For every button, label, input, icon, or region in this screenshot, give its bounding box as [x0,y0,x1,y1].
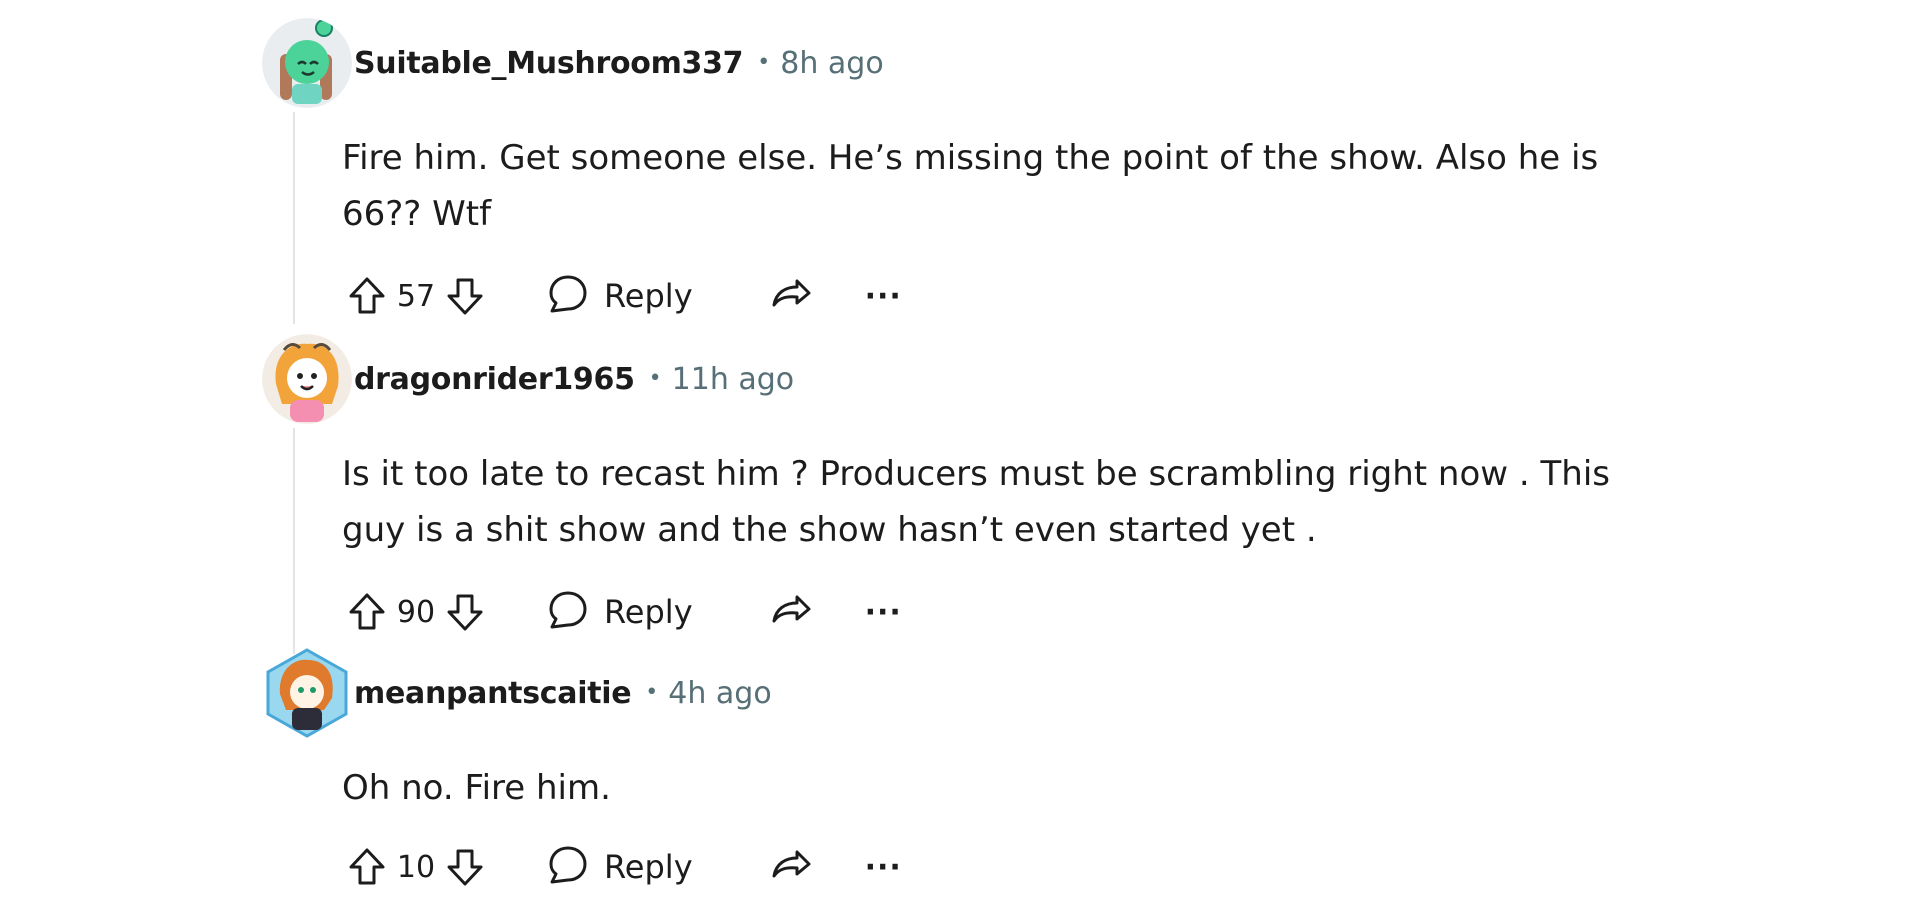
downvote-arrow-icon[interactable] [442,589,488,635]
meta-separator: • [757,50,771,75]
avatar[interactable] [262,334,352,424]
upvote-arrow-icon[interactable] [344,589,390,635]
comment-meta: dragonrider1965 • 11h ago [354,362,794,397]
ellipsis-icon[interactable]: ··· [865,595,902,630]
avatar[interactable] [262,648,352,738]
downvote-arrow-icon[interactable] [442,273,488,319]
comment-meta: Suitable_Mushroom337 • 8h ago [354,46,884,81]
comment-body: Is it too late to recast him ? Producers… [342,454,1610,550]
timestamp[interactable]: 11h ago [672,362,795,397]
vote-count: 90 [396,594,436,630]
comment-actions: 90 Reply ··· [344,582,902,642]
comment-header: meanpantscaitie • 4h ago [262,648,1662,740]
comment: meanpantscaitie • 4h ago Oh no. Fire him… [262,648,1662,886]
thread-line[interactable] [293,428,295,654]
meta-separator: • [645,680,659,705]
username[interactable]: Suitable_Mushroom337 [354,46,744,81]
comment-actions: 57 Reply ··· [344,266,902,326]
comment-body: Fire him. Get someone else. He’s missing… [342,138,1599,234]
avatar[interactable] [262,18,352,108]
reply-button[interactable]: Reply [546,588,693,636]
upvote-arrow-icon[interactable] [344,273,390,319]
speech-bubble-icon [546,588,590,636]
timestamp[interactable]: 4h ago [668,676,771,711]
reply-label: Reply [604,593,693,631]
timestamp[interactable]: 8h ago [780,46,883,81]
username[interactable]: meanpantscaitie [354,676,632,711]
comment: dragonrider1965 • 11h ago Is it too late… [262,334,1662,631]
comment-actions: 10 Reply ··· [344,837,902,897]
comment-body: Oh no. Fire him. [342,768,611,808]
speech-bubble-icon [546,843,590,891]
comment-header: dragonrider1965 • 11h ago [262,334,1662,426]
reply-label: Reply [604,848,693,886]
ellipsis-icon[interactable]: ··· [865,279,902,314]
reply-button[interactable]: Reply [546,272,693,320]
ellipsis-icon[interactable]: ··· [865,850,902,885]
comment: Suitable_Mushroom337 • 8h ago Fire him. … [262,18,1662,315]
share-arrow-icon[interactable] [769,273,815,319]
username[interactable]: dragonrider1965 [354,362,635,397]
meta-separator: • [648,366,662,391]
vote-count: 10 [396,849,436,885]
thread-line[interactable] [293,112,295,324]
upvote-arrow-icon[interactable] [344,844,390,890]
share-arrow-icon[interactable] [769,844,815,890]
comment-meta: meanpantscaitie • 4h ago [354,676,772,711]
speech-bubble-icon [546,272,590,320]
downvote-arrow-icon[interactable] [442,844,488,890]
comment-header: Suitable_Mushroom337 • 8h ago [262,18,1662,110]
share-arrow-icon[interactable] [769,589,815,635]
vote-count: 57 [396,278,436,314]
reply-button[interactable]: Reply [546,843,693,891]
reply-label: Reply [604,277,693,315]
